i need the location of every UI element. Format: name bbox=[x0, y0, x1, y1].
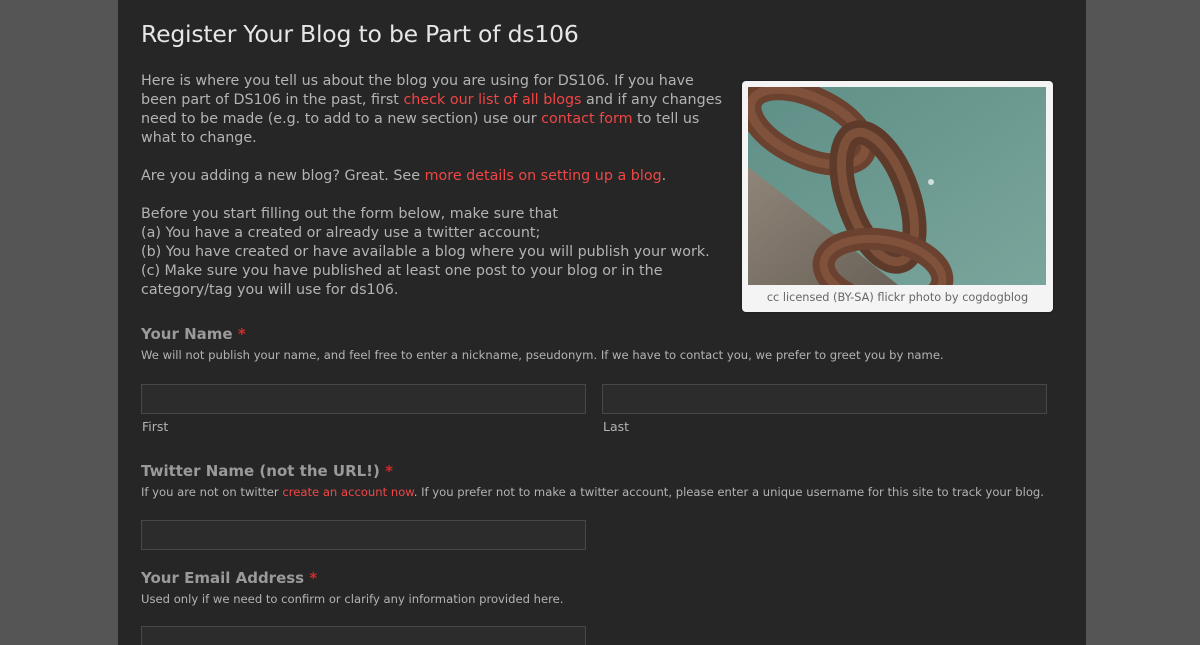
required-asterisk: * bbox=[309, 569, 318, 587]
required-asterisk: * bbox=[385, 462, 393, 480]
photo-caption: cc licensed (BY-SA) flickr photo by cogd… bbox=[766, 291, 1029, 304]
intro-text: Here is where you tell us about the blog… bbox=[141, 72, 733, 319]
all-blogs-link[interactable]: check our list of all blogs bbox=[403, 92, 581, 108]
checklist-item-b: (b) You have created or have available a… bbox=[141, 244, 710, 260]
page-title: Register Your Blog to be Part of ds106 bbox=[141, 20, 579, 48]
intro-text-segment: Are you adding a new blog? Great. See bbox=[141, 168, 425, 184]
intro-paragraph-2: Are you adding a new blog? Great. See mo… bbox=[141, 167, 733, 186]
twitter-help-text: If you are not on twitter create an acco… bbox=[141, 485, 1044, 499]
name-field-label: Your Name * bbox=[141, 325, 246, 343]
required-asterisk: * bbox=[237, 325, 246, 343]
twitter-help-segment: If you are not on twitter bbox=[141, 485, 283, 499]
first-name-input[interactable] bbox=[141, 384, 586, 414]
chain-photo[interactable] bbox=[748, 87, 1046, 285]
first-name-sublabel: First bbox=[142, 419, 169, 434]
email-field-label: Your Email Address * bbox=[141, 569, 317, 587]
name-label-text: Your Name bbox=[141, 325, 233, 343]
email-label-text: Your Email Address bbox=[141, 569, 305, 587]
checklist-item-a: (a) You have a created or already use a … bbox=[141, 225, 541, 241]
photo-card: cc licensed (BY-SA) flickr photo by cogd… bbox=[742, 81, 1053, 312]
contact-form-link[interactable]: contact form bbox=[541, 111, 632, 127]
twitter-name-input[interactable] bbox=[141, 520, 586, 550]
email-input[interactable] bbox=[141, 626, 586, 645]
intro-text-segment: . bbox=[661, 168, 667, 184]
name-help-text: We will not publish your name, and feel … bbox=[141, 348, 944, 362]
checklist-intro: Before you start filling out the form be… bbox=[141, 206, 559, 222]
twitter-label-text: Twitter Name (not the URL!) bbox=[141, 462, 380, 480]
last-name-sublabel: Last bbox=[603, 419, 630, 434]
page-panel: Register Your Blog to be Part of ds106 H… bbox=[118, 0, 1086, 645]
blog-setup-details-link[interactable]: more details on setting up a blog bbox=[425, 168, 662, 184]
chain-photo-image bbox=[748, 87, 1046, 285]
create-twitter-account-link[interactable]: create an account now bbox=[282, 485, 413, 499]
checklist-item-c: (c) Make sure you have published at leas… bbox=[141, 263, 663, 298]
twitter-help-segment: . If you prefer not to make a twitter ac… bbox=[413, 485, 1044, 499]
intro-paragraph-3: Before you start filling out the form be… bbox=[141, 205, 733, 300]
intro-paragraph-1: Here is where you tell us about the blog… bbox=[141, 72, 733, 148]
email-help-text: Used only if we need to confirm or clari… bbox=[141, 592, 564, 606]
last-name-input[interactable] bbox=[602, 384, 1047, 414]
twitter-field-label: Twitter Name (not the URL!) * bbox=[141, 462, 393, 480]
